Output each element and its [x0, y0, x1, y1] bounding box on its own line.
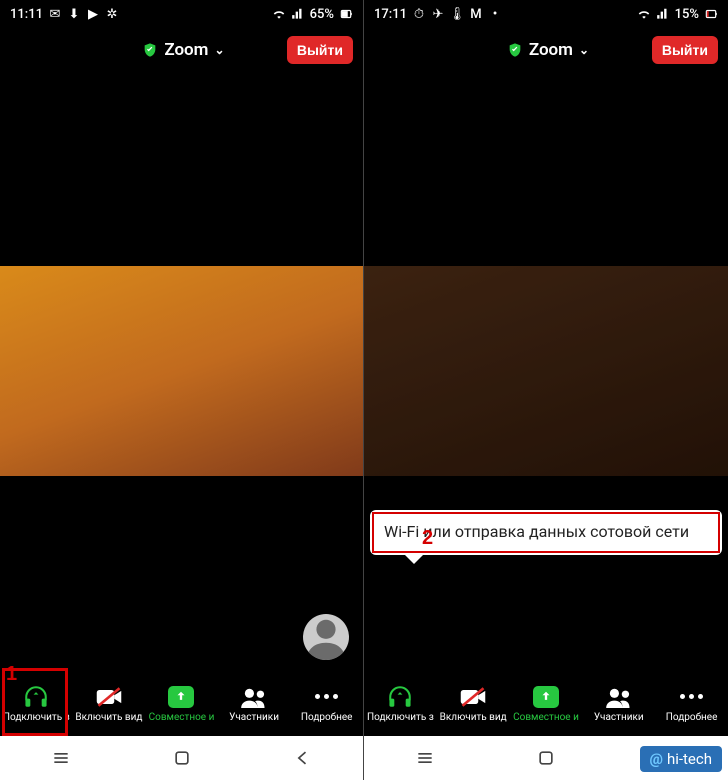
watermark: @ hi-tech: [640, 746, 722, 772]
meeting-header: Zoom ⌄ Выйти: [364, 28, 728, 72]
wifi-icon: [272, 7, 286, 21]
share-button[interactable]: Совместное и: [145, 684, 218, 723]
popup-arrow: [404, 554, 424, 564]
shield-icon: [142, 42, 158, 58]
shield-icon: [507, 42, 523, 58]
participants-button[interactable]: Участники: [218, 684, 291, 723]
meeting-header: Zoom ⌄ Выйти: [0, 28, 363, 72]
gmail-icon: M: [469, 7, 483, 21]
mail-icon: ✉: [48, 7, 62, 21]
more-button[interactable]: Подробнее: [655, 684, 728, 723]
download-icon: ⬇: [67, 7, 81, 21]
alarm-icon: ⏱: [412, 7, 426, 21]
status-bar: 17:11 ⏱ ✈ 🌡 M • 15%: [364, 0, 728, 28]
join-audio-button[interactable]: Подключить з: [0, 684, 73, 723]
meeting-toolbar: Подключить з Включить вид Совместное и У…: [0, 670, 363, 736]
battery-text: 15%: [675, 7, 699, 22]
at-icon: @: [650, 750, 663, 768]
video-area: Wi-Fi или отправка данных сотовой сети 2: [364, 72, 728, 670]
thermometer-icon: 🌡: [450, 7, 464, 21]
battery-icon: [339, 7, 353, 21]
start-video-button[interactable]: Включить вид: [437, 684, 510, 723]
audio-option-popup[interactable]: Wi-Fi или отправка данных сотовой сети 2: [370, 510, 722, 555]
meeting-toolbar: Подключить з Включить вид Совместное и У…: [364, 670, 728, 736]
telegram-icon: ✈: [431, 7, 445, 21]
more-icon: [680, 694, 703, 699]
home-button[interactable]: [172, 748, 192, 768]
share-icon: [533, 686, 559, 708]
participant-video: [0, 266, 363, 476]
wifi-icon: [637, 7, 651, 21]
dot-icon: •: [488, 7, 502, 21]
recents-button[interactable]: [51, 748, 71, 768]
join-audio-button[interactable]: Подключить з: [364, 684, 437, 723]
leave-button[interactable]: Выйти: [652, 36, 718, 64]
status-bar: 11:11 ✉ ⬇ ▶ ✲ 65%: [0, 0, 363, 28]
status-time: 17:11: [374, 7, 407, 22]
back-button[interactable]: [293, 748, 313, 768]
meeting-title[interactable]: Zoom ⌄: [142, 40, 224, 60]
status-time: 11:11: [10, 7, 43, 22]
settings-small-icon: ✲: [105, 7, 119, 21]
participant-video: [364, 266, 728, 476]
battery-text: 65%: [310, 7, 334, 22]
highlight-number-2: 2: [422, 525, 433, 551]
start-video-button[interactable]: Включить вид: [73, 684, 146, 723]
highlight-number-1: 1: [6, 663, 17, 686]
share-button[interactable]: Совместное и: [510, 684, 583, 723]
signal-icon: [291, 7, 305, 21]
video-area: [0, 72, 363, 670]
screenshot-left: 11:11 ✉ ⬇ ▶ ✲ 65% Zoom ⌄: [0, 0, 364, 780]
share-icon: [168, 686, 194, 708]
home-button[interactable]: [536, 748, 556, 768]
screenshot-right: 17:11 ⏱ ✈ 🌡 M • 15% Zoom ⌄: [364, 0, 728, 780]
self-avatar[interactable]: [303, 614, 349, 660]
more-button[interactable]: Подробнее: [290, 684, 363, 723]
more-icon: [315, 694, 338, 699]
participants-button[interactable]: Участники: [582, 684, 655, 723]
android-navbar: [0, 736, 363, 780]
meeting-title[interactable]: Zoom ⌄: [507, 40, 589, 60]
battery-low-icon: [704, 7, 718, 21]
signal-icon: [656, 7, 670, 21]
youtube-icon: ▶: [86, 7, 100, 21]
leave-button[interactable]: Выйти: [287, 36, 353, 64]
chevron-down-icon: ⌄: [579, 43, 589, 57]
recents-button[interactable]: [415, 748, 435, 768]
chevron-down-icon: ⌄: [214, 43, 224, 57]
